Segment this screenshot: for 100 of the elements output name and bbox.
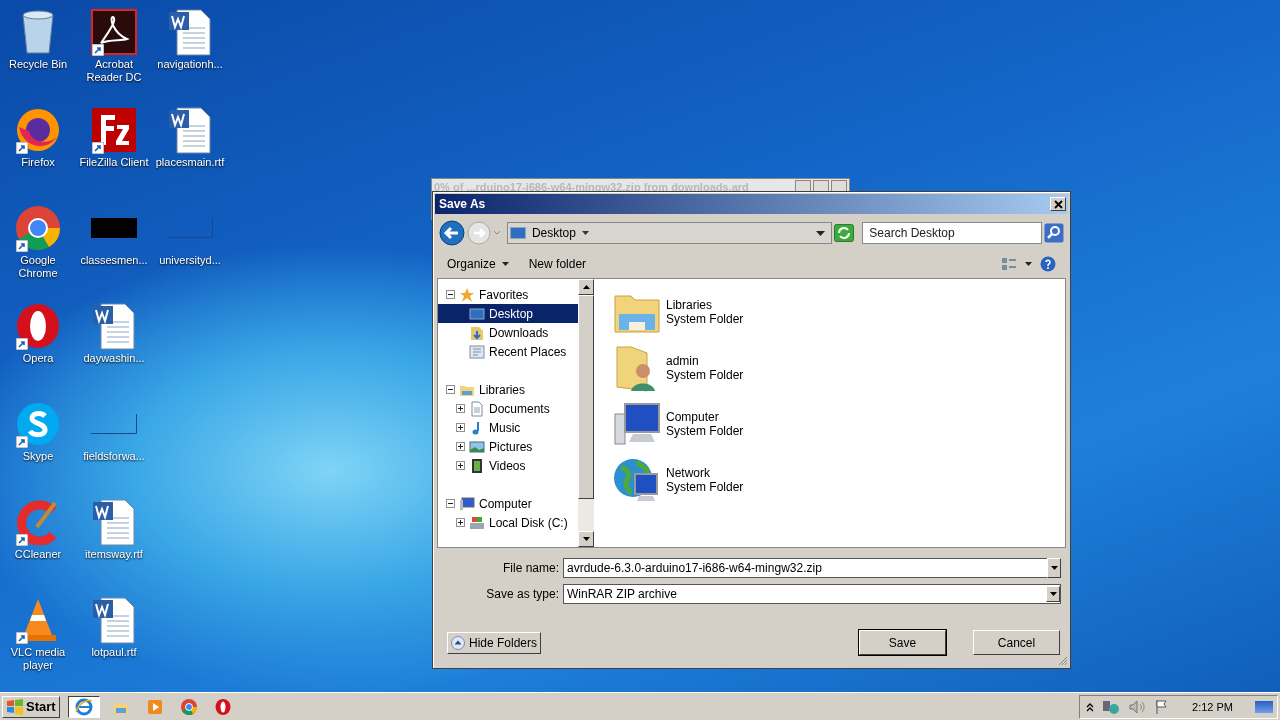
tree-item[interactable]: Favorites [438,285,578,304]
scroll-down-button[interactable] [578,531,594,547]
picture-icon [469,438,485,455]
tree-item[interactable]: Documents [438,399,578,418]
item-type: System Folder [666,312,744,326]
organize-button[interactable]: Organize [441,255,515,273]
collapse-icon[interactable] [446,290,455,299]
hide-folders-button[interactable]: Hide Folders [447,631,542,654]
caret-icon[interactable] [816,230,826,236]
item-name[interactable]: admin [666,354,744,368]
desktop-icon-label[interactable]: Opera [0,352,76,365]
caret-icon[interactable] [582,285,590,289]
filezilla-icon [91,107,137,153]
document-icon [469,400,485,417]
tree-item[interactable]: Downloads [438,323,578,342]
desktop-icon-label[interactable]: Recycle Bin [0,58,76,71]
document-icon [167,8,213,56]
cancel-button[interactable]: Cancel [973,630,1060,655]
expand-icon[interactable] [456,423,465,432]
empty-thumbnail-icon [167,218,213,238]
desktop-icon-label[interactable]: Skype [0,450,76,463]
caret-icon[interactable] [1049,592,1057,596]
speaker-icon[interactable] [1128,698,1147,715]
collapse-icon[interactable] [446,385,455,394]
file-name-label: File name: [501,561,559,575]
caret-icon[interactable] [1050,566,1058,570]
empty-thumbnail-icon [91,414,137,434]
recent-places-icon [469,343,485,360]
item-name[interactable]: Network [666,466,744,480]
search-button[interactable] [1044,223,1064,243]
window-title: Save As [439,197,487,211]
chevron-up-icon[interactable] [1086,701,1095,712]
expand-icon[interactable] [456,404,465,413]
expand-icon[interactable] [456,442,465,451]
file-name-field[interactable]: avrdude-6.3.0-arduino17-i686-w64-mingw32.zip [563,558,1047,578]
desktop-icon-label[interactable]: daywashin... [76,352,152,365]
desktop-icon-label[interactable]: universityd... [152,254,228,267]
desktop-icon-label[interactable]: placesmain.rtf [152,156,228,169]
desktop-icon-label[interactable]: lotpaul.rtf [76,646,152,659]
desktop-icon-label[interactable]: VLC media player [0,646,76,672]
document-icon [91,302,137,350]
film-icon [469,457,485,474]
desktop-icon-label[interactable]: classesmen... [76,254,152,267]
expand-icon[interactable] [456,518,465,527]
desktop-icon-label[interactable]: navigationh... [152,58,228,71]
caret-icon[interactable] [582,537,590,541]
desktop-icon-label[interactable]: Acrobat Reader DC [76,58,152,84]
chrome-icon [15,205,61,251]
dropdown-button[interactable] [1046,586,1060,602]
tree-item[interactable]: Local Disk (C:) [438,513,578,532]
clock[interactable]: 2:12 PM [1178,700,1247,713]
computer-icon [613,400,661,448]
caret-icon[interactable] [501,262,509,266]
selected-type: WinRAR ZIP archive [566,587,678,601]
caret-icon[interactable] [581,231,589,235]
desktop-icon-label[interactable]: CCleaner [0,548,76,561]
document-icon [167,106,213,154]
tree-item[interactable]: Music [438,418,578,437]
start-button[interactable]: Start [2,695,60,718]
item-name[interactable]: Libraries [666,298,744,312]
save-button[interactable]: Save [859,630,946,655]
caret-icon[interactable] [1025,262,1032,266]
tree-item[interactable]: Libraries [438,380,578,399]
scroll-thumb[interactable] [578,295,594,499]
address-bar[interactable]: Desktop [506,222,833,244]
item-name[interactable]: Computer [666,410,744,424]
tree-item[interactable]: Computer [438,494,578,513]
star-icon [459,286,475,303]
refresh-button[interactable] [834,224,855,242]
computer-icon [459,495,475,512]
desktop-icon [509,227,526,239]
resize-grip-icon[interactable] [1058,656,1068,666]
expand-icon[interactable] [456,461,465,470]
disk-drive-icon [469,514,485,531]
scrollbar[interactable] [578,279,594,547]
desktop-icon-label[interactable]: Google Chrome [0,254,76,280]
pdf-reader-icon [91,9,137,55]
network-globe-icon [613,456,661,504]
search-field[interactable]: Search Desktop [862,222,1043,244]
collapse-icon[interactable] [446,499,455,508]
tree-item[interactable]: Pictures [438,437,578,456]
thumbnail-icon [91,218,137,238]
address-crumb[interactable]: Desktop [531,226,576,240]
save-as-type-label: Save as type: [485,587,559,601]
new-folder-button[interactable]: New folder [522,255,593,273]
tree-item[interactable]: Desktop [438,304,578,323]
back-button[interactable] [439,220,465,246]
ie-icon[interactable] [67,695,100,718]
skype-icon [15,401,61,447]
item-type: System Folder [666,424,744,438]
tree-item[interactable]: Recent Places [438,342,578,361]
tree-item[interactable]: Videos [438,456,578,475]
dropdown-button[interactable] [1047,558,1061,578]
desktop-icon-label[interactable]: FileZilla Client [76,156,152,169]
network-icon[interactable] [1102,698,1121,715]
show-desktop-button[interactable] [1255,700,1273,713]
desktop-icon-label[interactable]: Firefox [0,156,76,169]
save-as-type-dropdown[interactable]: WinRAR ZIP archive [563,584,1061,604]
scroll-up-button[interactable] [578,279,594,295]
help-icon[interactable] [1040,256,1056,272]
